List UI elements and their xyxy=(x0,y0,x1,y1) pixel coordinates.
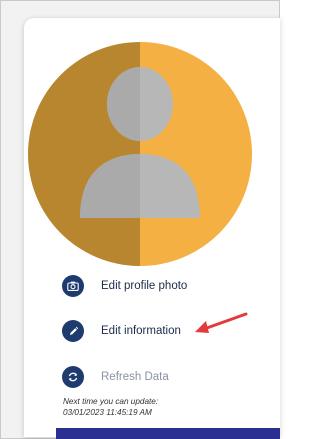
refresh-data-button[interactable]: Refresh Data xyxy=(62,366,169,388)
pencil-icon xyxy=(62,320,84,342)
refresh-data-label: Refresh Data xyxy=(101,371,169,383)
profile-avatar[interactable] xyxy=(28,42,252,266)
next-update-label: Next time you can update: xyxy=(63,397,159,406)
bottom-bar xyxy=(56,428,280,439)
annotation-arrow-icon xyxy=(195,312,248,333)
camera-icon xyxy=(62,275,84,297)
edit-information-button[interactable]: Edit information xyxy=(62,320,181,342)
edit-profile-photo-button[interactable]: Edit profile photo xyxy=(62,275,187,297)
edit-information-label: Edit information xyxy=(101,325,181,337)
next-update-timestamp: 03/01/2023 11:45:19 AM xyxy=(63,408,152,417)
edit-profile-photo-label: Edit profile photo xyxy=(101,280,188,292)
refresh-icon xyxy=(62,366,84,388)
avatar-placeholder-icon xyxy=(28,42,252,266)
